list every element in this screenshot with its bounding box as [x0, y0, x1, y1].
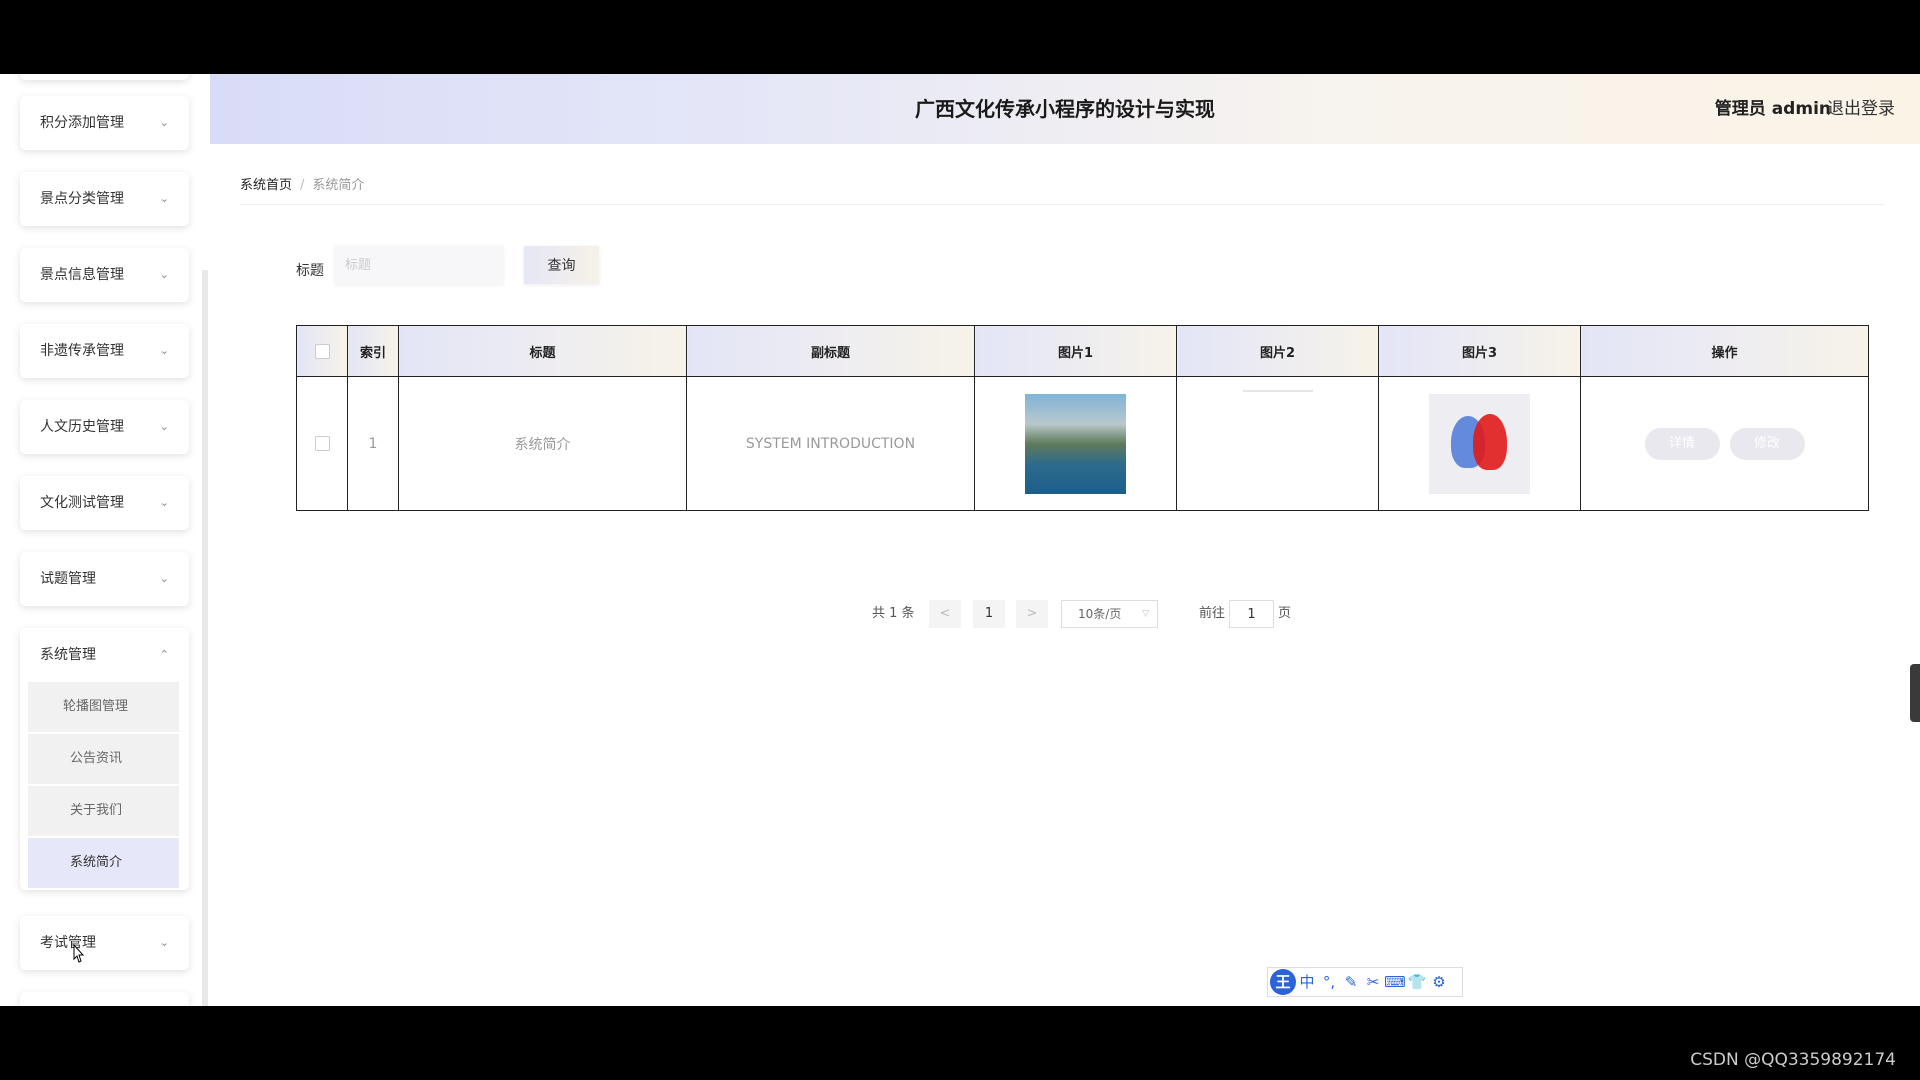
goto-page-input[interactable] [1229, 600, 1274, 628]
search-label: 标题 [296, 263, 324, 279]
sidebar: 积分添加管理 ⌄ 景点分类管理 ⌄ 景点信息管理 ⌄ 非遗传承管理 ⌄ 人文历史… [0, 74, 210, 1006]
select-all-cell [296, 325, 348, 377]
app-title: 广西文化传承小程序的设计与实现 [915, 97, 1215, 121]
sidebar-item-exams[interactable]: 考试管理 ⌄ [20, 916, 189, 970]
chevron-down-icon: ⌄ [159, 344, 169, 357]
lake-image[interactable] [1025, 393, 1126, 494]
submenu-item-label: 关于我们 [70, 803, 123, 818]
title-search-input[interactable] [335, 246, 503, 284]
app-window: 积分添加管理 ⌄ 景点分类管理 ⌄ 景点信息管理 ⌄ 非遗传承管理 ⌄ 人文历史… [0, 74, 1920, 1006]
column-header: 索引 [347, 325, 399, 377]
submenu-item-about[interactable]: 关于我们 [28, 786, 179, 836]
chevron-up-icon: ⌃ [159, 648, 169, 661]
chevron-down-icon: ⌄ [159, 572, 169, 585]
chevron-down-icon: ⌄ [159, 268, 169, 281]
submenu-item-label: 轮播图管理 [63, 699, 129, 714]
sidebar-item-label: 景点信息管理 [40, 267, 124, 283]
breadcrumb: 系统首页 / 系统简介 [240, 174, 364, 193]
page-number-button[interactable]: 1 [973, 600, 1005, 628]
column-header: 图片2 [1176, 325, 1379, 377]
pagination-total: 共 1 条 [872, 606, 915, 621]
sidebar-item-label: 人文历史管理 [40, 419, 124, 435]
user-label: 管理员 admin [1714, 99, 1831, 119]
image1-cell [974, 376, 1177, 511]
settings-icon[interactable]: ⚙ [1428, 968, 1450, 996]
column-header: 图片1 [974, 325, 1177, 377]
table-row: 1 系统简介 SYSTEM INTRODUCTION 详情 修改 [296, 376, 1869, 511]
breadcrumb-home[interactable]: 系统首页 [240, 178, 292, 193]
actions-cell: 详情 修改 [1580, 376, 1869, 511]
chevron-down-icon: ⌄ [159, 420, 169, 433]
page-size-value: 10条/页 [1078, 607, 1122, 621]
next-page-button[interactable]: > [1016, 600, 1048, 628]
sidebar-item-questions[interactable]: 试题管理 ⌄ [20, 552, 189, 606]
sidebar-item-system[interactable]: 系统管理 ⌃ 轮播图管理 公告资讯 关于我们 系统简介 [20, 628, 189, 890]
chevron-down-icon: ⌄ [159, 936, 169, 949]
sidebar-item-label: 积分添加管理 [40, 115, 124, 131]
submenu-item-label: 公告资讯 [70, 751, 123, 766]
sidebar-item-label: 非遗传承管理 [40, 343, 124, 359]
watermark: CSDN @QQ3359892174 [1690, 1050, 1896, 1070]
divider [240, 204, 1885, 205]
column-header: 副标题 [686, 325, 975, 377]
sidebar-item-label: 文化测试管理 [40, 495, 124, 511]
breadcrumb-current: 系统简介 [312, 178, 365, 193]
sidebar-item-label: 系统管理 [40, 647, 96, 663]
table-header-row: 索引 标题 副标题 图片1 图片2 图片3 操作 [296, 325, 1869, 377]
mouse-cursor-icon [73, 944, 85, 963]
hearts-image[interactable] [1429, 393, 1530, 494]
sidebar-item-hidden[interactable] [20, 74, 189, 80]
keyboard-icon[interactable]: ⌨ [1384, 968, 1406, 996]
side-panel-handle[interactable] [1910, 664, 1920, 722]
chevron-down-icon: ⌄ [159, 496, 169, 509]
sidebar-item-points[interactable]: 积分添加管理 ⌄ [20, 96, 189, 150]
select-all-checkbox[interactable] [314, 343, 330, 359]
prev-page-button[interactable]: < [929, 600, 961, 628]
sidebar-scrollbar[interactable] [202, 270, 208, 1006]
chevron-down-icon: ▽ [1142, 609, 1149, 619]
chevron-down-icon: ⌄ [159, 116, 169, 129]
logout-link[interactable]: 退出登录 [1827, 74, 1895, 144]
scissors-icon[interactable]: ✂ [1362, 968, 1384, 996]
skin-icon[interactable]: 👕 [1406, 968, 1428, 996]
edit-button[interactable]: 修改 [1729, 427, 1805, 460]
goto-label: 前往 [1199, 606, 1226, 621]
blank-image[interactable] [1242, 390, 1313, 392]
sidebar-item-scenic-info[interactable]: 景点信息管理 ⌄ [20, 248, 189, 302]
sidebar-item-label: 景点分类管理 [40, 191, 124, 207]
image3-cell [1378, 376, 1581, 511]
ime-punct-icon[interactable]: °, [1318, 968, 1340, 996]
detail-button[interactable]: 详情 [1644, 427, 1720, 460]
submenu-item-notices[interactable]: 公告资讯 [28, 734, 179, 784]
query-button[interactable]: 查询 [524, 246, 599, 284]
page-size-select[interactable]: 10条/页 ▽ [1061, 600, 1158, 628]
subtitle-cell: SYSTEM INTRODUCTION [686, 376, 975, 511]
ime-mode-icon[interactable]: 中 [1296, 968, 1318, 996]
column-header: 图片3 [1378, 325, 1581, 377]
row-checkbox[interactable] [314, 436, 330, 451]
submenu-item-intro[interactable]: 系统简介 [28, 838, 179, 888]
sidebar-item-scenic-category[interactable]: 景点分类管理 ⌄ [20, 172, 189, 226]
top-header: 广西文化传承小程序的设计与实现 管理员 admin 退出登录 [210, 74, 1920, 144]
sidebar-item-culture-test[interactable]: 文化测试管理 ⌄ [20, 476, 189, 530]
index-cell: 1 [347, 376, 399, 511]
sidebar-item-label: 试题管理 [40, 571, 96, 587]
ime-toolbar: 王中 °, ✎ ✂ ⌨ 👕 ⚙ [1267, 967, 1463, 997]
data-table: 索引 标题 副标题 图片1 图片2 图片3 操作 1 系统简介 SYSTEM I… [296, 325, 1869, 511]
breadcrumb-separator: / [300, 178, 305, 193]
sidebar-item-heritage[interactable]: 非遗传承管理 ⌄ [20, 324, 189, 378]
sidebar-item-history[interactable]: 人文历史管理 ⌄ [20, 400, 189, 454]
sidebar-item-next[interactable] [20, 992, 189, 1006]
submenu-item-label: 系统简介 [70, 855, 123, 870]
title-cell: 系统简介 [398, 376, 687, 511]
submenu-item-carousel[interactable]: 轮播图管理 [28, 682, 179, 732]
chevron-down-icon: ⌄ [159, 192, 169, 205]
row-select-cell [296, 376, 348, 511]
page-unit-label: 页 [1278, 606, 1292, 621]
pen-icon[interactable]: ✎ [1340, 968, 1362, 996]
ime-logo-icon[interactable]: 王 [1270, 969, 1296, 995]
image2-cell [1176, 376, 1379, 511]
column-header: 标题 [398, 325, 687, 377]
column-header: 操作 [1580, 325, 1869, 377]
